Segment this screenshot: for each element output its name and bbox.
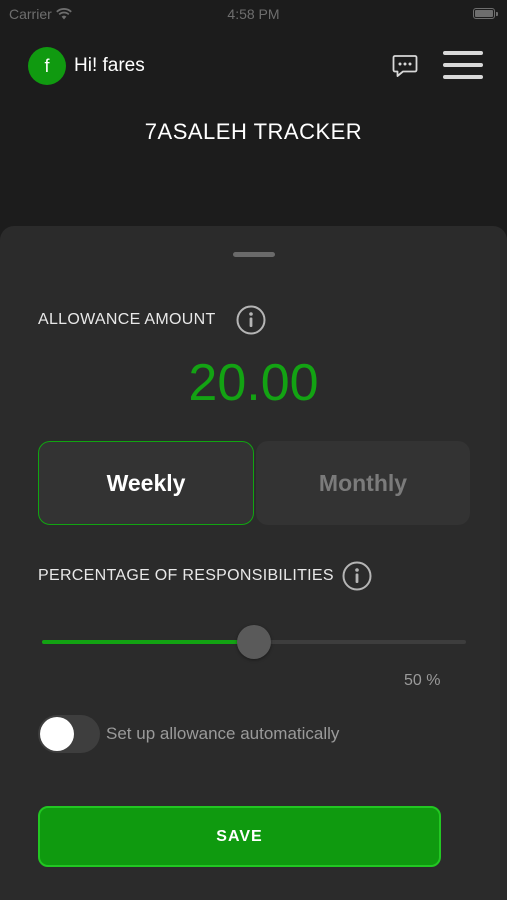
auto-allowance-label: Set up allowance automatically <box>106 724 340 743</box>
menu-line-middle <box>443 63 483 67</box>
chat-button[interactable] <box>391 52 419 80</box>
allowance-sheet: ALLOWANCE AMOUNT 20.00 Weekly Monthly PE… <box>0 226 507 900</box>
app-title: 7ASALEH TRACKER <box>144 119 363 144</box>
responsibilities-label: PERCENTAGE OF RESPONSIBILITIES <box>38 567 334 584</box>
avatar-initial: f <box>44 55 50 76</box>
save-button[interactable]: SAVE <box>38 806 441 867</box>
menu-line-bottom <box>443 75 483 79</box>
hamburger-menu-icon[interactable] <box>443 49 485 83</box>
info-icon[interactable] <box>236 305 266 335</box>
chat-bubble-icon <box>392 55 418 77</box>
allowance-amount-value[interactable]: 20.00 <box>0 353 507 413</box>
responsibilities-slider-fill <box>42 640 254 644</box>
toggle-knob <box>40 717 74 751</box>
auto-allowance-toggle[interactable] <box>38 715 100 753</box>
battery-icon <box>473 8 498 19</box>
avatar[interactable]: f <box>28 47 66 85</box>
responsibilities-slider-thumb[interactable] <box>237 625 271 659</box>
status-time: 4:58 PM <box>227 6 280 22</box>
info-icon[interactable] <box>342 561 372 591</box>
responsibilities-percent-value: 50 % <box>404 672 441 689</box>
greeting-text: Hi! fares <box>74 55 145 76</box>
menu-line-top <box>443 51 483 55</box>
monthly-option-button[interactable]: Monthly <box>256 441 470 525</box>
weekly-option-button[interactable]: Weekly <box>38 441 254 525</box>
sheet-grabber-handle[interactable] <box>233 252 275 257</box>
allowance-screen: Carrier 4:58 PM f Hi! fares 7ASALEH TRAC… <box>0 0 507 900</box>
status-bar: Carrier 4:58 PM <box>0 0 507 28</box>
allowance-amount-label: ALLOWANCE AMOUNT <box>38 311 216 328</box>
